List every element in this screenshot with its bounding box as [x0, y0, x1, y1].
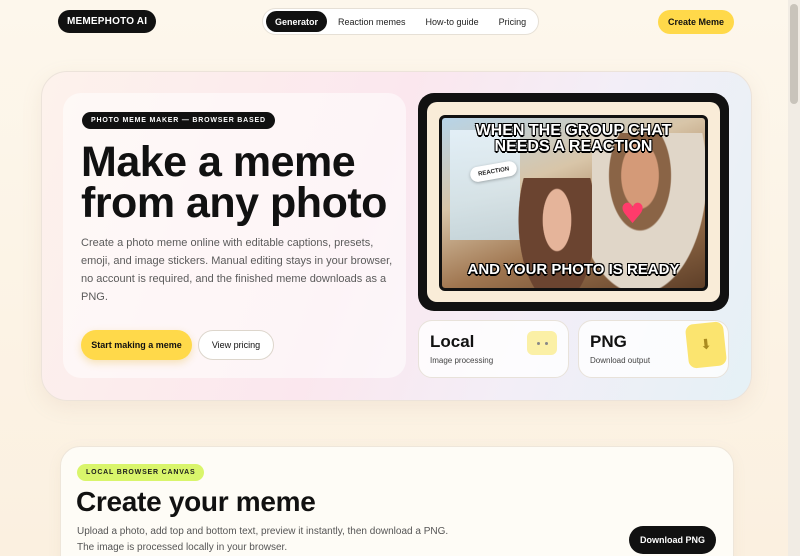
- nav-how-to-guide[interactable]: How-to guide: [417, 11, 488, 32]
- create-meme-button[interactable]: Create Meme: [658, 10, 734, 34]
- start-making-meme-button[interactable]: Start making a meme: [81, 330, 192, 360]
- meme-top-caption-line1: WHEN THE GROUP CHAT: [475, 122, 672, 139]
- scrollbar-thumb[interactable]: [790, 4, 798, 104]
- nav-pricing[interactable]: Pricing: [490, 11, 536, 32]
- nav-generator[interactable]: Generator: [266, 11, 328, 32]
- meme-top-caption: WHEN THE GROUP CHAT NEEDS A REACTION: [442, 123, 705, 155]
- create-desc-line2: The image is processed locally in your b…: [77, 542, 288, 553]
- stat-value-local: Local: [430, 332, 475, 351]
- create-desc-line1: Upload a photo, add top and bottom text,…: [77, 526, 449, 537]
- meme-preview-photo: WHEN THE GROUP CHAT NEEDS A REACTION REA…: [439, 115, 708, 291]
- stat-label-local: Image processing: [430, 356, 494, 365]
- hero-description: Create a photo meme online with editable…: [81, 237, 393, 303]
- meme-preview-frame: WHEN THE GROUP CHAT NEEDS A REACTION REA…: [418, 93, 729, 311]
- stat-card-local: Local Image processing: [418, 320, 569, 378]
- view-pricing-button[interactable]: View pricing: [198, 330, 274, 360]
- stat-label-png: Download output: [590, 356, 651, 365]
- chip-icon: [527, 331, 557, 355]
- site-header: MEMEPHOTO AI Generator Reaction memes Ho…: [0, 0, 788, 44]
- download-doc-icon: ⬇: [684, 321, 728, 369]
- page-scrollbar[interactable]: [788, 0, 800, 556]
- stat-value-png: PNG: [590, 332, 627, 351]
- hero-title: Make a meme from any photo: [81, 141, 401, 227]
- meme-top-caption-line2: NEEDS A REACTION: [494, 138, 653, 155]
- main-nav: Generator Reaction memes How-to guide Pr…: [262, 8, 539, 35]
- create-section-description: Upload a photo, add top and bottom text,…: [77, 524, 477, 556]
- stat-card-png: PNG Download output ⬇: [578, 320, 729, 378]
- nav-reaction-memes[interactable]: Reaction memes: [329, 11, 415, 32]
- heart-icon: ♥: [620, 197, 646, 230]
- brand-logo[interactable]: MEMEPHOTO AI: [58, 10, 157, 33]
- hero-title-line2: from any photo: [81, 179, 387, 227]
- download-png-button[interactable]: Download PNG: [629, 526, 716, 554]
- create-section-title: Create your meme: [76, 486, 316, 517]
- hero-kicker-badge: PHOTO MEME MAKER — BROWSER BASED: [82, 112, 275, 129]
- create-kicker-badge: LOCAL BROWSER CANVAS: [77, 464, 205, 481]
- meme-bottom-caption: AND YOUR PHOTO IS READY: [467, 261, 680, 278]
